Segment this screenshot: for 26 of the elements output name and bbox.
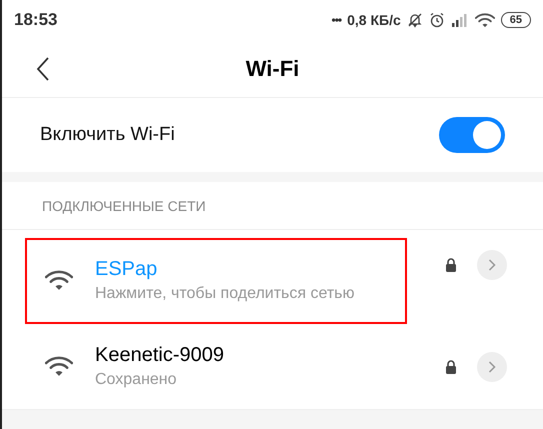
details-button[interactable] bbox=[477, 250, 507, 280]
network-name: ESPap bbox=[95, 256, 158, 282]
wifi-icon bbox=[45, 270, 73, 291]
lock-icon bbox=[445, 258, 457, 272]
section-heading: ПОДКЛЮЧЕННЫЕ СЕТИ bbox=[42, 197, 206, 216]
back-button[interactable] bbox=[36, 57, 50, 81]
toggle-label: Включить Wi-Fi bbox=[40, 122, 175, 147]
chevron-right-icon bbox=[488, 360, 496, 372]
battery-indicator: 65 bbox=[500, 12, 531, 28]
network-status: Нажмите, чтобы поделиться сетью bbox=[95, 284, 355, 304]
signal-icon bbox=[450, 13, 469, 27]
network-name: Keenetic-9009 bbox=[95, 342, 224, 368]
wifi-icon bbox=[45, 356, 73, 377]
wifi-status-icon bbox=[474, 12, 495, 28]
network-status: Сохранено bbox=[95, 370, 178, 390]
back-icon bbox=[36, 57, 50, 81]
lock-icon bbox=[445, 360, 457, 374]
muted-bell-icon bbox=[406, 12, 423, 28]
alarm-icon bbox=[428, 12, 445, 28]
details-button[interactable] bbox=[477, 352, 507, 382]
chevron-right-icon bbox=[488, 259, 496, 271]
more-notifications: ••• bbox=[332, 12, 342, 29]
wifi-switch[interactable] bbox=[439, 117, 505, 153]
page-title: Wi-Fi bbox=[246, 55, 300, 83]
status-time: 18:53 bbox=[14, 9, 58, 32]
network-speed: 0,8 КБ/с bbox=[347, 10, 401, 30]
